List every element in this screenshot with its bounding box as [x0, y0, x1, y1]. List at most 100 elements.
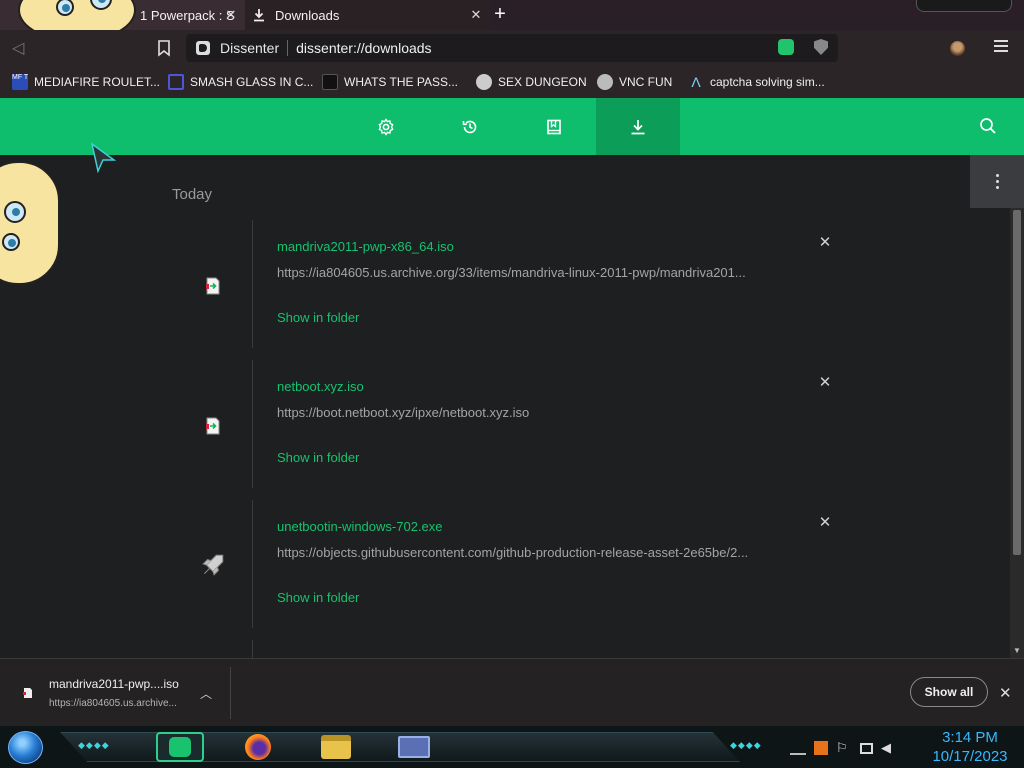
file-name-link[interactable]: mandriva2011-pwp-x86_64.iso: [277, 239, 454, 254]
show-in-folder-link[interactable]: Show in folder: [277, 450, 359, 465]
orange-app-icon[interactable]: [814, 741, 828, 755]
window-decoration: [916, 0, 1012, 12]
bookmark-label: MEDIAFIRE ROULET...: [34, 75, 161, 89]
timeline-line: [252, 640, 253, 658]
close-icon[interactable]: ✕: [999, 684, 1012, 702]
bookmark-smash-glass[interactable]: SMASH GLASS IN C...: [168, 73, 313, 91]
downloads-header: [0, 98, 1024, 155]
decorative-lights: ◆◆◆◆: [730, 740, 762, 750]
file-name-link[interactable]: unetbootin-windows-702.exe: [277, 519, 443, 534]
file-url[interactable]: https://objects.githubusercontent.com/gi…: [277, 545, 748, 560]
shelf-file-url: https://ia804605.us.archive...: [49, 698, 177, 709]
site-name: Dissenter: [220, 40, 280, 56]
browser-toolbar: ◁ Dissenter dissenter://downloads: [0, 30, 1024, 66]
profile-avatar[interactable]: [950, 41, 965, 56]
download-item: netboot.xyz.iso https://boot.netboot.xyz…: [172, 360, 872, 488]
downloads-icon: [631, 119, 645, 134]
download-shelf: mandriva2011-pwp....iso https://ia804605…: [0, 658, 1024, 726]
file-explorer-icon[interactable]: [316, 732, 356, 762]
bookmarks-icon: [547, 119, 561, 134]
url-text: dissenter://downloads: [296, 40, 432, 56]
bookmarks-bar: MF T MEDIAFIRE ROULET... SMASH GLASS IN …: [0, 66, 1024, 98]
bookmark-whats-the-pass[interactable]: WHATS THE PASS...: [322, 73, 458, 91]
download-icon: [254, 9, 264, 22]
notes-app-icon[interactable]: [156, 732, 204, 762]
download-item: mandriva2011-pwp-x86_64.iso https://ia80…: [172, 220, 872, 348]
bookmark-captcha[interactable]: Λ captcha solving sim...: [688, 73, 825, 91]
back-arrow-icon[interactable]: ◁: [12, 38, 32, 58]
file-url[interactable]: https://boot.netboot.xyz/ipxe/netboot.xy…: [277, 405, 529, 420]
bookmark-sex-dungeon[interactable]: SEX DUNGEON: [476, 73, 587, 91]
bookmarks-nav-button[interactable]: [512, 98, 596, 155]
volume-icon[interactable]: ◀: [881, 741, 897, 755]
bookmark-label: SMASH GLASS IN C...: [190, 75, 314, 89]
bookmark-icon[interactable]: [156, 39, 172, 57]
remove-icon[interactable]: ✕: [818, 235, 832, 250]
tab-strip: 1 Powerpack : S ✕ Downloads ✕ +: [0, 0, 1024, 30]
shelf-file-name[interactable]: mandriva2011-pwp....iso: [49, 677, 179, 691]
bookmark-mediafire[interactable]: MF T MEDIAFIRE ROULET...: [12, 73, 160, 91]
rocket-icon: [202, 554, 224, 576]
bookmark-label: SEX DUNGEON: [498, 75, 587, 89]
scrollbar[interactable]: ▼: [1010, 208, 1024, 658]
search-icon[interactable]: [978, 116, 998, 136]
address-bar[interactable]: Dissenter dissenter://downloads: [186, 34, 838, 62]
dissenter-icon: [196, 41, 210, 55]
tab-label: Downloads: [275, 7, 340, 23]
file-url[interactable]: https://ia804605.us.archive.org/33/items…: [277, 265, 746, 280]
file-icon: [206, 277, 220, 295]
history-icon: [462, 120, 477, 133]
mouse-cursor-icon: [90, 142, 116, 174]
network-icon[interactable]: [860, 742, 873, 754]
tab-label: 1 Powerpack : S: [140, 7, 235, 23]
scroll-down-arrow-icon[interactable]: ▼: [1013, 646, 1021, 655]
show-in-folder-link[interactable]: Show in folder: [277, 590, 359, 605]
chevron-up-icon[interactable]: ︿: [200, 685, 212, 702]
remove-icon[interactable]: ✕: [818, 375, 832, 390]
show-all-button[interactable]: Show all: [910, 677, 988, 707]
character-sticker: [0, 161, 60, 285]
start-button[interactable]: [8, 731, 43, 764]
menu-icon[interactable]: [994, 40, 1008, 54]
download-item: unetbootin-windows-702.exe https://objec…: [172, 500, 872, 628]
vnc-icon: [597, 74, 613, 90]
captcha-icon: Λ: [691, 74, 701, 90]
more-options-button[interactable]: [970, 155, 1024, 208]
timeline-line: [252, 220, 253, 348]
bookmark-label: WHATS THE PASS...: [344, 75, 459, 89]
file-name-link[interactable]: netboot.xyz.iso: [277, 379, 364, 394]
new-tab-button[interactable]: +: [490, 4, 510, 25]
download-item: [172, 640, 872, 658]
bookmark-vnc-fun[interactable]: VNC FUN: [597, 73, 672, 91]
firefox-icon[interactable]: [238, 732, 278, 762]
comment-extension-icon[interactable]: [778, 39, 794, 55]
settings-nav-button[interactable]: [344, 98, 428, 155]
system-tray: ⚐ ◀: [790, 738, 897, 758]
smash-icon: [168, 74, 184, 90]
pass-icon: [322, 74, 338, 90]
dungeon-icon: [476, 74, 492, 90]
bookmark-label: captcha solving sim...: [710, 75, 825, 89]
timeline-line: [252, 360, 253, 488]
history-nav-button[interactable]: [428, 98, 512, 155]
close-icon[interactable]: ✕: [223, 7, 239, 23]
window-app-icon[interactable]: [394, 732, 434, 762]
file-icon: [23, 688, 32, 698]
clock-time: 3:14 PM: [942, 729, 998, 746]
scrollbar-thumb[interactable]: [1013, 210, 1021, 555]
timeline-line: [252, 500, 253, 628]
clock-date: 10/17/2023: [932, 748, 1008, 765]
tab-downloads[interactable]: Downloads ✕: [245, 0, 490, 30]
more-vert-icon: [995, 173, 999, 191]
date-section-label: Today: [172, 186, 213, 203]
downloads-nav-button[interactable]: [596, 98, 680, 155]
clock[interactable]: 3:14 PM 10/17/2023: [930, 728, 1010, 766]
close-icon[interactable]: ✕: [468, 7, 484, 23]
show-in-folder-link[interactable]: Show in folder: [277, 310, 359, 325]
remove-icon[interactable]: ✕: [818, 515, 832, 530]
mediafire-icon: MF T: [12, 74, 28, 90]
tray-chevron-icon[interactable]: [790, 741, 806, 755]
settings-icon: [378, 117, 394, 136]
site-chip[interactable]: Dissenter: [186, 40, 279, 56]
flag-icon[interactable]: ⚐: [836, 741, 852, 755]
